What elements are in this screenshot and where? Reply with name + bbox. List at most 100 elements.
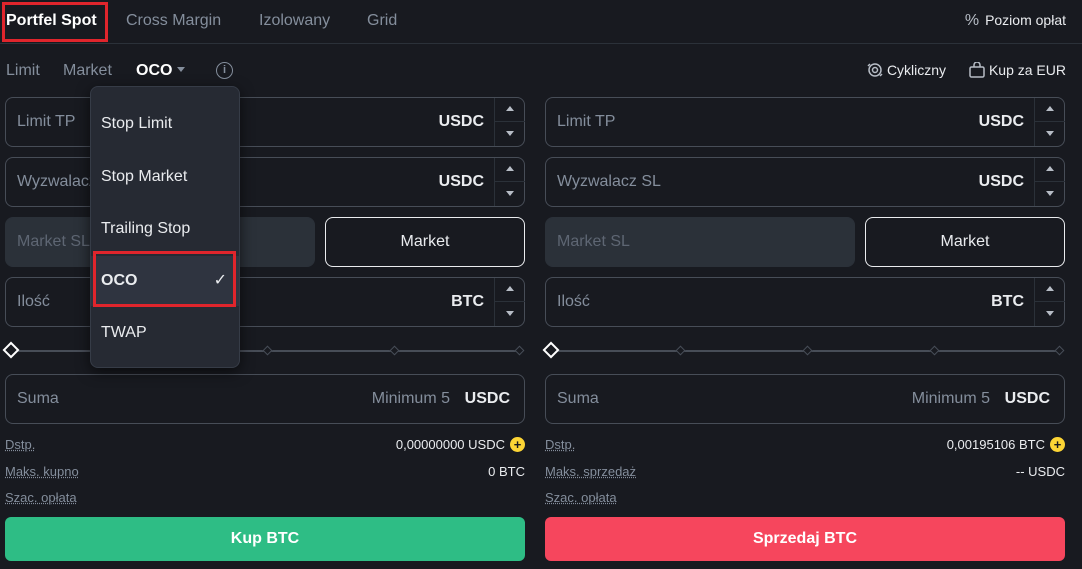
dropdown-item-label: Trailing Stop bbox=[101, 220, 191, 237]
sell-amount-stepper bbox=[1034, 278, 1065, 326]
slider-step-75[interactable] bbox=[389, 345, 400, 356]
increment-button[interactable] bbox=[1035, 98, 1065, 122]
decrement-button[interactable] bbox=[1035, 122, 1065, 146]
buy-market-sl-button[interactable]: Market bbox=[325, 217, 525, 267]
buy-available-value-wrap: 0,00000000 USDC + bbox=[396, 437, 525, 452]
dropdown-item-stop-limit[interactable]: Stop Limit bbox=[91, 99, 239, 149]
buy-max-row: Maks. kupno 0 BTC bbox=[5, 464, 525, 482]
buy-limit-tp-input[interactable]: Limit TP USDC bbox=[5, 97, 525, 147]
shopping-bag-icon bbox=[969, 61, 985, 78]
order-type-market[interactable]: Market bbox=[63, 62, 112, 80]
decrement-button[interactable] bbox=[1035, 182, 1065, 206]
increment-button[interactable] bbox=[495, 278, 525, 302]
arrow-down-icon bbox=[1046, 131, 1054, 136]
fee-level-link[interactable]: % Poziom opłat bbox=[965, 0, 1066, 40]
sell-amount-label: Ilość bbox=[557, 293, 590, 310]
sell-market-sl-label: Market SL bbox=[557, 233, 630, 250]
slider-step-100[interactable] bbox=[514, 345, 525, 356]
buy-amount-slider[interactable] bbox=[2, 341, 525, 361]
arrow-up-icon bbox=[1046, 166, 1054, 171]
sell-amount-slider[interactable] bbox=[542, 341, 1065, 361]
slider-handle[interactable] bbox=[542, 341, 560, 359]
buy-available-row: Dstp. 0,00000000 USDC + bbox=[5, 437, 525, 455]
tab-cross-margin[interactable]: Cross Margin bbox=[126, 0, 221, 44]
sell-amount-unit: BTC bbox=[991, 293, 1024, 310]
sell-available-label: Dstp. bbox=[545, 437, 576, 452]
tab-isolated[interactable]: Izolowany bbox=[259, 0, 330, 44]
sell-total-placeholder: Minimum 5 bbox=[911, 390, 990, 407]
decrement-button[interactable] bbox=[495, 182, 525, 206]
sell-market-sl-button[interactable]: Market bbox=[865, 217, 1065, 267]
sell-limit-tp-label: Limit TP bbox=[557, 113, 616, 130]
arrow-down-icon bbox=[1046, 191, 1054, 196]
buy-with-eur-label: Kup za EUR bbox=[988, 62, 1066, 78]
slider-step-50[interactable] bbox=[802, 345, 813, 356]
dropdown-item-twap[interactable]: TWAP bbox=[91, 308, 239, 358]
sell-trigger-sl-input[interactable]: Wyzwalacz SL USDC bbox=[545, 157, 1065, 207]
dropdown-item-stop-market[interactable]: Stop Market bbox=[91, 152, 239, 202]
sell-fee-label: Szac. opłata bbox=[545, 490, 617, 505]
arrow-up-icon bbox=[506, 286, 514, 291]
add-funds-icon[interactable]: + bbox=[510, 437, 525, 452]
buy-available-label: Dstp. bbox=[5, 437, 36, 452]
sell-amount-input[interactable]: Ilość BTC bbox=[545, 277, 1065, 327]
buy-market-sl-label: Market SL bbox=[17, 233, 90, 250]
buy-total-unit: USDC bbox=[464, 390, 510, 407]
decrement-button[interactable] bbox=[495, 122, 525, 146]
decrement-button[interactable] bbox=[1035, 302, 1065, 326]
arrow-down-icon bbox=[506, 191, 514, 196]
recurring-icon bbox=[867, 63, 883, 77]
order-type-dropdown: Stop Limit Stop Market Trailing Stop OCO… bbox=[90, 86, 240, 368]
slider-step-75[interactable] bbox=[929, 345, 940, 356]
buy-fee-row: Szac. opłata bbox=[5, 490, 525, 508]
buy-fee-label: Szac. opłata bbox=[5, 490, 77, 505]
increment-button[interactable] bbox=[495, 98, 525, 122]
arrow-up-icon bbox=[1046, 106, 1054, 111]
dropdown-item-trailing-stop[interactable]: Trailing Stop bbox=[91, 204, 239, 254]
buy-amount-label: Ilość bbox=[17, 293, 50, 310]
sell-max-label: Maks. sprzedaż bbox=[545, 464, 637, 479]
order-type-oco-label: OCO bbox=[136, 62, 173, 79]
slider-step-50[interactable] bbox=[262, 345, 273, 356]
info-icon[interactable]: i bbox=[216, 62, 233, 79]
buy-trigger-sl-unit: USDC bbox=[438, 173, 484, 190]
sell-btc-button[interactable]: Sprzedaj BTC bbox=[545, 517, 1065, 561]
slider-step-100[interactable] bbox=[1054, 345, 1065, 356]
recurring-link[interactable]: Cykliczny bbox=[866, 62, 950, 78]
decrement-button[interactable] bbox=[495, 302, 525, 326]
buy-with-eur-link[interactable]: Kup za EUR bbox=[968, 61, 1066, 78]
order-type-limit[interactable]: Limit bbox=[6, 62, 40, 80]
increment-button[interactable] bbox=[1035, 158, 1065, 182]
sell-total-input[interactable]: Suma Minimum 5 USDC bbox=[545, 374, 1065, 424]
tab-spot-highlight-box bbox=[2, 2, 108, 42]
buy-trigger-sl-stepper bbox=[494, 158, 525, 206]
header-links: Cykliczny Kup za EUR bbox=[848, 61, 1066, 78]
tab-grid[interactable]: Grid bbox=[367, 0, 397, 44]
sell-limit-tp-unit: USDC bbox=[978, 113, 1024, 130]
sell-max-value: -- USDC bbox=[1015, 464, 1065, 479]
arrow-up-icon bbox=[506, 106, 514, 111]
buy-amount-input[interactable]: Ilość BTC bbox=[5, 277, 525, 327]
arrow-down-icon bbox=[506, 311, 514, 316]
buy-trigger-sl-input[interactable]: Wyzwalacz SL USDC bbox=[5, 157, 525, 207]
account-tabs-bar: Portfel Spot Cross Margin Izolowany Grid… bbox=[0, 0, 1082, 44]
slider-handle[interactable] bbox=[2, 341, 20, 359]
buy-total-placeholder: Minimum 5 bbox=[371, 390, 450, 407]
sell-limit-tp-input[interactable]: Limit TP USDC bbox=[545, 97, 1065, 147]
buy-total-label: Suma bbox=[17, 390, 59, 407]
sell-trigger-sl-label: Wyzwalacz SL bbox=[557, 173, 661, 190]
arrow-down-icon bbox=[506, 131, 514, 136]
buy-total-input[interactable]: Suma Minimum 5 USDC bbox=[5, 374, 525, 424]
sell-trigger-sl-stepper bbox=[1034, 158, 1065, 206]
sell-limit-tp-stepper bbox=[1034, 98, 1065, 146]
buy-btc-button[interactable]: Kup BTC bbox=[5, 517, 525, 561]
buy-limit-tp-label: Limit TP bbox=[17, 113, 76, 130]
sell-total-unit: USDC bbox=[1004, 390, 1050, 407]
order-type-oco[interactable]: OCO bbox=[136, 62, 186, 80]
add-funds-icon[interactable]: + bbox=[1050, 437, 1065, 452]
increment-button[interactable] bbox=[1035, 278, 1065, 302]
arrow-down-icon bbox=[1046, 311, 1054, 316]
buy-amount-unit: BTC bbox=[451, 293, 484, 310]
slider-step-25[interactable] bbox=[675, 345, 686, 356]
increment-button[interactable] bbox=[495, 158, 525, 182]
